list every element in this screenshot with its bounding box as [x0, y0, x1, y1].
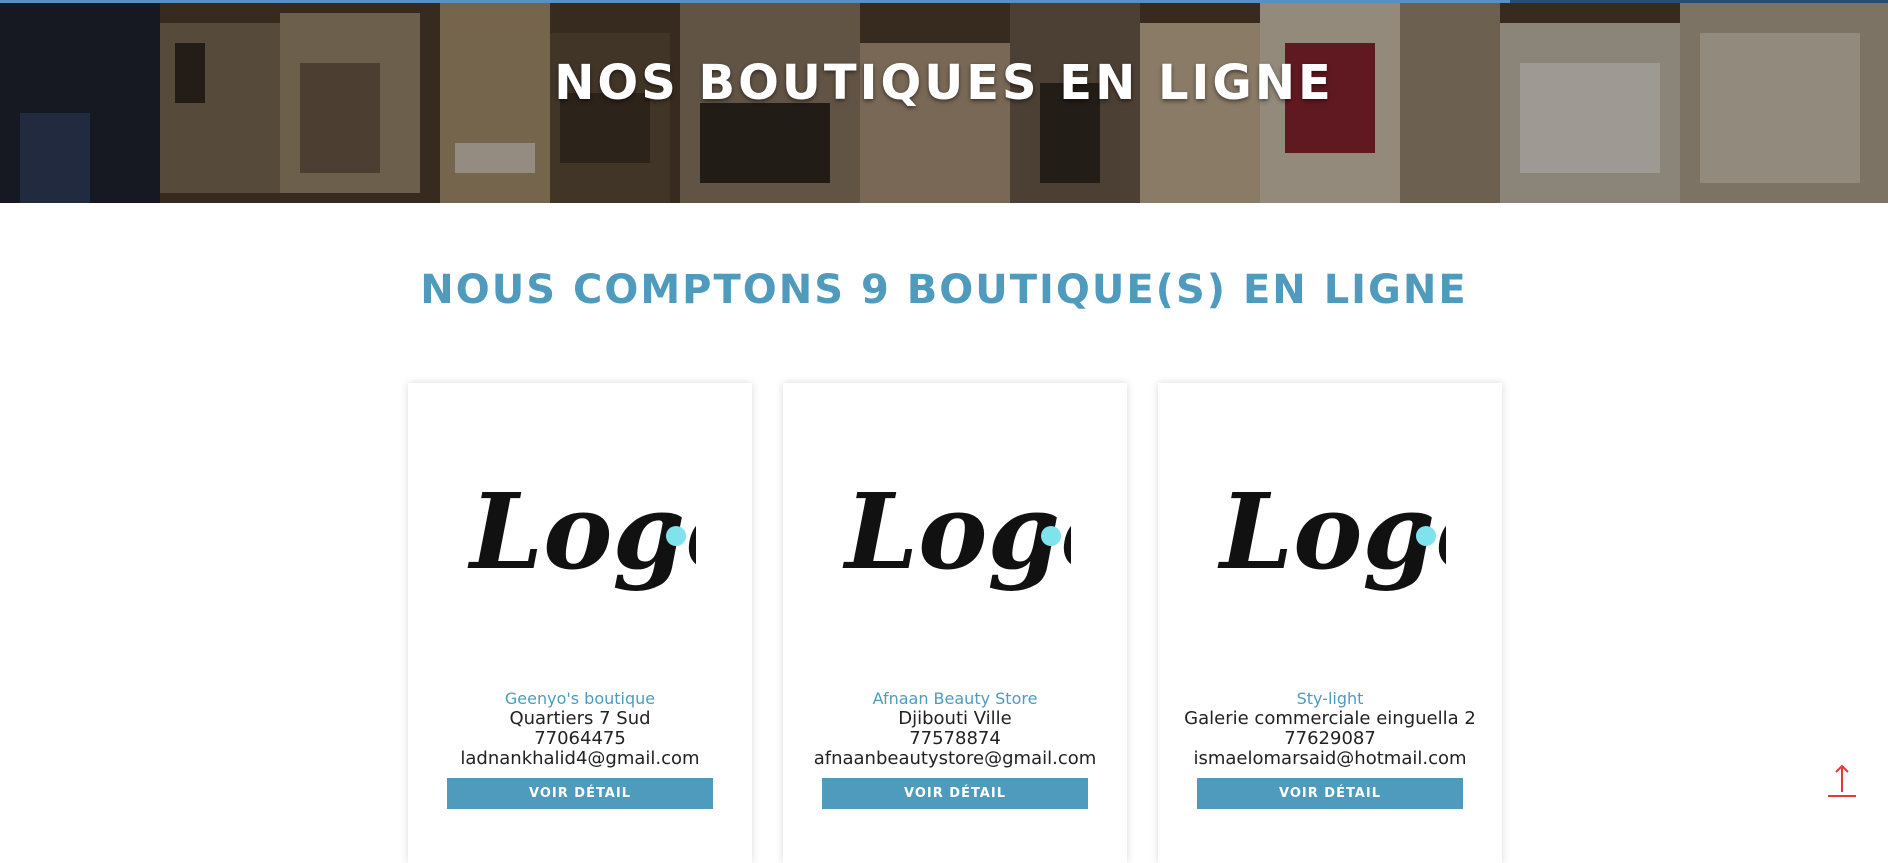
view-detail-button[interactable]: VOIR DÉTAIL	[447, 778, 713, 809]
logo-text: Logo	[467, 470, 696, 593]
logo-image: Logo	[467, 470, 696, 593]
logo-image: Logo	[1217, 470, 1446, 593]
store-card: Logo Afnaan Beauty Store Djibouti Ville …	[783, 383, 1127, 863]
store-name[interactable]: Geenyo's boutique	[408, 689, 752, 709]
store-address: Quartiers 7 Sud	[509, 708, 651, 729]
store-name[interactable]: Afnaan Beauty Store	[783, 689, 1127, 709]
arrow-up-icon	[1828, 764, 1856, 797]
logo-dot	[1041, 526, 1061, 546]
store-count-heading: NOUS COMPTONS 9 BOUTIQUE(S) EN LIGNE	[420, 267, 1468, 313]
store-phone: 77064475	[534, 728, 626, 749]
store-email: afnaanbeautystore@gmail.com	[813, 748, 1097, 769]
store-logo-image: Logo	[464, 438, 696, 638]
store-address: Galerie commerciale einguella 2	[1184, 708, 1476, 729]
logo-text: Logo	[1217, 470, 1446, 593]
store-phone: 77629087	[1284, 728, 1376, 749]
scroll-to-top-button[interactable]	[1824, 762, 1860, 798]
view-detail-button[interactable]: VOIR DÉTAIL	[1197, 778, 1463, 809]
store-address: Djibouti Ville	[898, 708, 1012, 729]
view-detail-button[interactable]: VOIR DÉTAIL	[822, 778, 1088, 809]
store-card: Logo Geenyo's boutique Quartiers 7 Sud 7…	[408, 383, 752, 863]
logo-image: Logo	[842, 470, 1071, 593]
store-logo-image: Logo	[839, 438, 1071, 638]
logo-dot	[666, 526, 686, 546]
store-phone: 77578874	[909, 728, 1001, 749]
store-email: ismaelomarsaid@hotmail.com	[1193, 748, 1467, 769]
hero-banner: NOS BOUTIQUES EN LIGNE	[0, 3, 1888, 203]
store-logo-image: Logo	[1214, 438, 1446, 638]
store-email: ladnankhalid4@gmail.com	[460, 748, 700, 769]
logo-text: Logo	[842, 470, 1071, 593]
store-name[interactable]: Sty-light	[1158, 689, 1502, 709]
store-card: Logo Sty-light Galerie commerciale eingu…	[1158, 383, 1502, 863]
page-title: NOS BOUTIQUES EN LIGNE	[554, 55, 1334, 111]
logo-dot	[1416, 526, 1436, 546]
